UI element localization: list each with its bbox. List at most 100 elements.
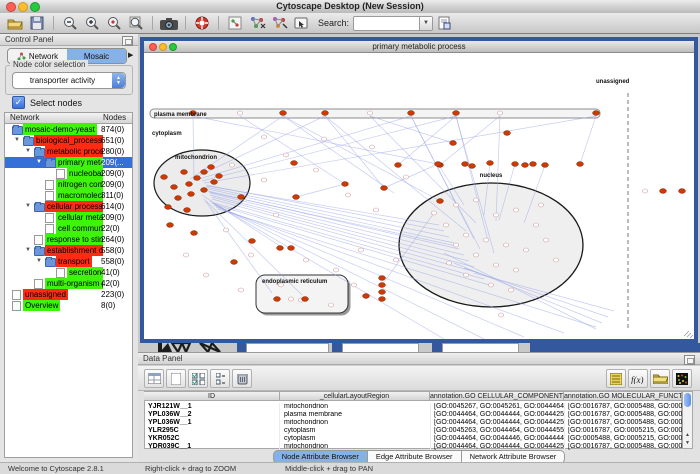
- graph-node-selected[interactable]: [211, 180, 218, 185]
- delete-attribute-button[interactable]: [232, 369, 252, 388]
- graph-node[interactable]: [273, 213, 278, 217]
- tree-row[interactable]: Overview8(0): [5, 300, 132, 311]
- graph-node-selected[interactable]: [322, 111, 329, 116]
- graph-node-selected[interactable]: [379, 283, 386, 288]
- graph-node[interactable]: [513, 208, 518, 212]
- graph-node-selected[interactable]: [302, 297, 309, 302]
- graph-node-selected[interactable]: [435, 162, 442, 167]
- table-cell[interactable]: [GO:0005488, GO:0005215, GO:0003674]: [565, 435, 683, 443]
- table-cell[interactable]: cytoplasm: [281, 427, 431, 435]
- tree-row[interactable]: unassigned223(0): [5, 289, 132, 300]
- table-cell[interactable]: [GO:0044464, GO:0044446, GO:0044444, G..…: [431, 435, 565, 443]
- graph-node-selected[interactable]: [381, 186, 388, 191]
- background-window-fragment[interactable]: [332, 343, 342, 352]
- graph-node-selected[interactable]: [208, 165, 215, 170]
- graph-node[interactable]: [261, 135, 266, 139]
- graph-node[interactable]: [508, 288, 513, 292]
- help-ring-button[interactable]: [192, 14, 212, 32]
- graph-node[interactable]: [328, 303, 333, 307]
- graph-node-selected[interactable]: [184, 208, 191, 213]
- graph-node-selected[interactable]: [288, 246, 295, 251]
- background-window-fragment[interactable]: [237, 343, 246, 352]
- graph-node-selected[interactable]: [277, 246, 284, 251]
- tab-overflow-arrow-icon[interactable]: ▶: [128, 51, 133, 59]
- graph-node-selected[interactable]: [280, 111, 287, 116]
- network-canvas[interactable]: plasma membranecytoplasmmitochondrionnuc…: [144, 53, 694, 339]
- region-plasma-membrane[interactable]: [150, 109, 600, 118]
- edit-network-button[interactable]: [269, 14, 289, 32]
- table-cell[interactable]: [GO:0016787, GO:0005215, GO:0003824, G..…: [565, 427, 683, 435]
- graph-node[interactable]: [403, 175, 408, 179]
- zoom-selected-button[interactable]: [104, 14, 124, 32]
- column-header[interactable]: annotation.GO CELLULAR_COMPONENT: [430, 391, 564, 401]
- graph-node-selected[interactable]: [504, 131, 511, 136]
- graph-node-selected[interactable]: [238, 195, 245, 200]
- graph-node[interactable]: [443, 223, 448, 227]
- import-attributes-button[interactable]: [650, 369, 670, 388]
- new-attribute-button[interactable]: [166, 369, 186, 388]
- graph-node[interactable]: [261, 178, 266, 182]
- graph-edge[interactable]: [440, 116, 500, 165]
- graph-node[interactable]: [473, 253, 478, 257]
- table-cell[interactable]: [GO:0016787, GO:0005488, GO:0005215, G..…: [565, 411, 683, 419]
- table-scrollbar[interactable]: ▲ ▼: [682, 391, 693, 449]
- graph-node-selected[interactable]: [363, 294, 370, 299]
- graph-node-selected[interactable]: [379, 276, 386, 281]
- graph-node[interactable]: [463, 233, 468, 237]
- graph-node-selected[interactable]: [512, 162, 519, 167]
- graph-node[interactable]: [351, 283, 356, 287]
- zoom-fit-button[interactable]: [126, 14, 146, 32]
- graph-node[interactable]: [497, 111, 502, 115]
- expander-icon[interactable]: ▼: [25, 245, 31, 256]
- graph-node[interactable]: [513, 268, 518, 272]
- tree-row[interactable]: ▼establishment of lo558(0): [5, 245, 132, 256]
- graph-node[interactable]: [488, 283, 493, 287]
- graph-node-selected[interactable]: [379, 297, 386, 302]
- table-cell[interactable]: mitochondrion: [281, 403, 431, 411]
- graph-node-selected[interactable]: [194, 176, 201, 181]
- graph-node[interactable]: [321, 137, 326, 141]
- destroy-network-view-button[interactable]: [225, 14, 245, 32]
- background-window-fragment[interactable]: [246, 343, 329, 352]
- graph-node-selected[interactable]: [395, 163, 402, 168]
- table-cell[interactable]: plasma membrane: [281, 411, 431, 419]
- save-button[interactable]: [27, 14, 47, 32]
- combobox-stepper-icon[interactable]: ▲▼: [112, 73, 125, 88]
- tree-row[interactable]: response to stimulu264(0): [5, 234, 132, 245]
- advanced-search-button[interactable]: [434, 14, 454, 32]
- search-combobox[interactable]: ▼: [353, 16, 433, 31]
- create-network-view-button[interactable]: [247, 14, 267, 32]
- graph-node-selected[interactable]: [379, 290, 386, 295]
- table-cell[interactable]: [GO:0045267, GO:0045261, GO:0044464, G..…: [431, 403, 565, 411]
- graph-node[interactable]: [446, 261, 451, 265]
- graph-node-selected[interactable]: [201, 188, 208, 193]
- scroll-up-icon[interactable]: ▲: [683, 431, 692, 439]
- graph-node-selected[interactable]: [522, 163, 529, 168]
- graph-node[interactable]: [283, 153, 288, 157]
- graph-node-selected[interactable]: [249, 239, 256, 244]
- tree-row[interactable]: secretion41(0): [5, 267, 132, 278]
- graph-node-selected[interactable]: [216, 174, 223, 179]
- graph-node[interactable]: [313, 168, 318, 172]
- graph-node[interactable]: [203, 273, 208, 277]
- graph-node-selected[interactable]: [469, 164, 476, 169]
- tree-row[interactable]: nitrogen compo209(0): [5, 179, 132, 190]
- graph-node[interactable]: [358, 248, 363, 252]
- graph-node-selected[interactable]: [577, 162, 584, 167]
- graph-node[interactable]: [223, 228, 228, 232]
- scrollbar-thumb[interactable]: [684, 393, 691, 407]
- open-folder-button[interactable]: [5, 14, 25, 32]
- table-cell[interactable]: [GO:0044464, GO:0044444, GO:0044425, G..…: [431, 419, 565, 427]
- graph-node[interactable]: [453, 243, 458, 247]
- column-header[interactable]: _cellularLayoutRegion: [280, 391, 430, 401]
- resize-grip-icon[interactable]: [684, 331, 693, 338]
- graph-node-selected[interactable]: [542, 163, 549, 168]
- graph-node-selected[interactable]: [453, 111, 460, 116]
- chevron-down-icon[interactable]: ▼: [419, 17, 432, 30]
- background-window-fragment[interactable]: [432, 343, 442, 352]
- graph-node-selected[interactable]: [530, 162, 537, 167]
- graph-node[interactable]: [523, 248, 528, 252]
- graph-node[interactable]: [642, 189, 647, 193]
- attribute-matrix-button[interactable]: [672, 369, 692, 388]
- tree-row[interactable]: ▼primary metabo209(...: [5, 157, 132, 168]
